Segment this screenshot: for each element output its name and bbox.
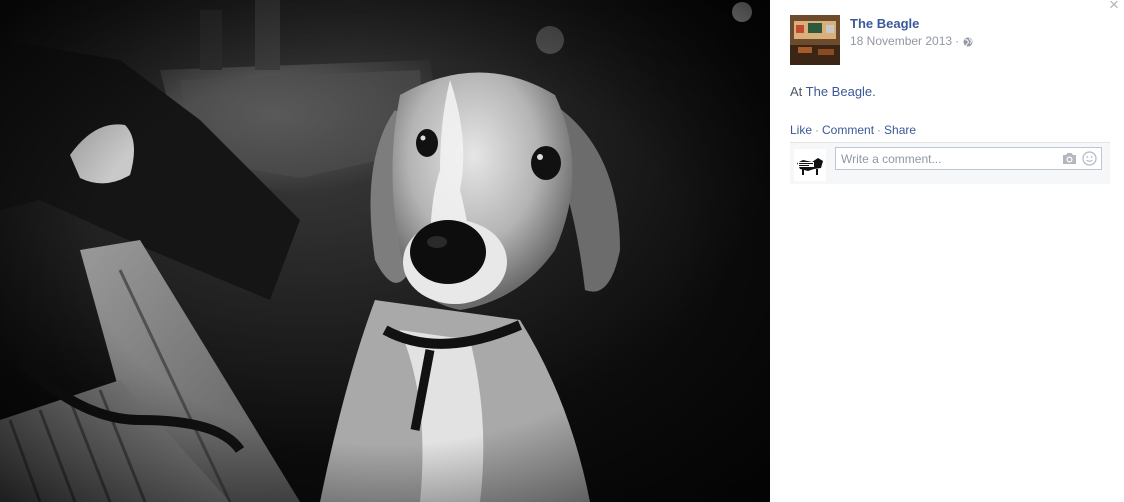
comment-field[interactable]: [835, 147, 1102, 170]
beagle-photo: [0, 0, 770, 502]
page-profile-picture[interactable]: [790, 15, 840, 65]
post-sidebar: × The Beagle 18 November 2013 · At The B…: [770, 0, 1124, 502]
caption-suffix: .: [872, 84, 876, 99]
action-separator: ·: [877, 123, 882, 137]
camera-icon[interactable]: [1062, 152, 1077, 165]
caption-prefix: At: [790, 84, 806, 99]
comment-link[interactable]: Comment: [822, 123, 874, 137]
post-meta: 18 November 2013 ·: [850, 34, 973, 48]
share-link[interactable]: Share: [884, 123, 916, 137]
page-name-link[interactable]: The Beagle: [850, 16, 919, 31]
post-caption: At The Beagle.: [790, 84, 876, 99]
photo-viewer[interactable]: [0, 0, 770, 502]
avatar[interactable]: [794, 149, 826, 181]
smiley-icon[interactable]: [1082, 151, 1097, 166]
comment-input[interactable]: [841, 150, 1051, 167]
close-icon[interactable]: ×: [1104, 0, 1124, 14]
caption-place-link[interactable]: The Beagle: [806, 84, 873, 99]
comment-composer: [790, 142, 1110, 184]
like-link[interactable]: Like: [790, 123, 812, 137]
action-separator: ·: [815, 123, 820, 137]
globe-icon[interactable]: [963, 36, 973, 47]
meta-separator: ·: [955, 34, 960, 48]
post-actions: Like · Comment · Share: [790, 123, 916, 137]
post-date[interactable]: 18 November 2013: [850, 34, 952, 48]
